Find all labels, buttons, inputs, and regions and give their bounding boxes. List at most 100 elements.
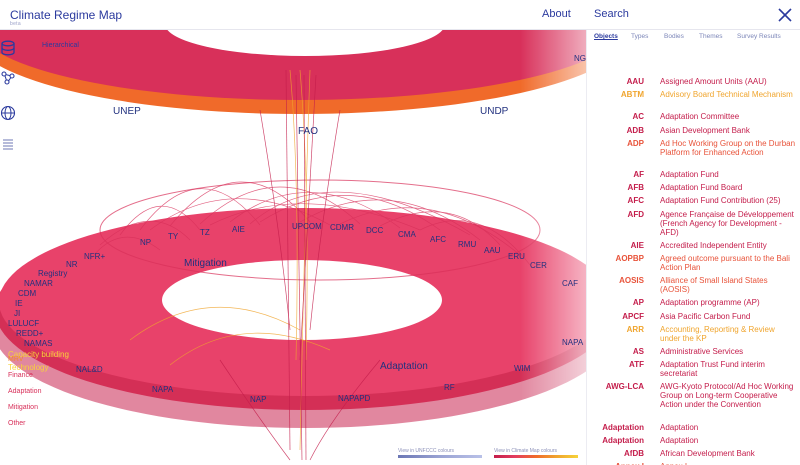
result-name[interactable]: Adaptation Fund Contribution (25) bbox=[660, 196, 796, 205]
result-abbr[interactable]: AIE bbox=[631, 241, 644, 250]
node-label-ty[interactable]: TY bbox=[168, 232, 178, 241]
node-label-ie[interactable]: IE bbox=[15, 299, 23, 308]
result-name[interactable]: Adaptation Trust Fund interim secretaria… bbox=[660, 360, 796, 378]
node-label-cdm[interactable]: CDM bbox=[18, 289, 36, 298]
node-label-mitigation[interactable]: Mitigation bbox=[184, 258, 227, 269]
about-link[interactable]: About bbox=[542, 8, 571, 20]
result-name[interactable]: Agence Française de Développement (Frenc… bbox=[660, 210, 796, 237]
result-abbr[interactable]: AOSIS bbox=[619, 276, 644, 285]
result-name[interactable]: African Development Bank bbox=[660, 449, 796, 458]
close-icon[interactable] bbox=[776, 6, 794, 24]
globe-icon[interactable] bbox=[0, 105, 16, 121]
node-label-fao[interactable]: FAO bbox=[298, 126, 318, 137]
tab-types[interactable]: Types bbox=[631, 33, 648, 40]
node-label-cdmr[interactable]: CDMR bbox=[330, 223, 354, 232]
result-abbr[interactable]: AS bbox=[633, 347, 644, 356]
node-label-ji[interactable]: JI bbox=[14, 309, 20, 318]
node-label-wim[interactable]: WIM bbox=[514, 364, 530, 373]
result-abbr[interactable]: AfDB bbox=[624, 449, 644, 458]
tab-bodies[interactable]: Bodies bbox=[664, 33, 684, 40]
node-label-afc[interactable]: AFC bbox=[430, 235, 446, 244]
result-name[interactable]: Assigned Amount Units (AAU) bbox=[660, 77, 796, 86]
legend-item-finance[interactable]: Finance bbox=[8, 368, 41, 384]
unfccc-colours-link[interactable]: View in UNFCCC colours bbox=[398, 448, 454, 454]
result-name[interactable]: Alliance of Small Island States (AOSIS) bbox=[660, 276, 796, 294]
result-name[interactable]: Accredited Independent Entity bbox=[660, 241, 796, 250]
legend-item-other[interactable]: Other bbox=[8, 416, 41, 432]
legend-item-mitigation[interactable]: Mitigation bbox=[8, 400, 41, 416]
result-abbr[interactable]: AFC bbox=[628, 196, 644, 205]
result-name[interactable]: Advisory Board Technical Mechanism bbox=[660, 90, 796, 99]
result-abbr[interactable]: AF bbox=[633, 170, 644, 179]
result-name[interactable]: Ad Hoc Working Group on the Durban Platf… bbox=[660, 139, 796, 157]
result-abbr[interactable]: ABTM bbox=[621, 90, 644, 99]
result-name[interactable]: Agreed outcome pursuant to the Bali Acti… bbox=[660, 254, 796, 272]
node-label-napapd[interactable]: NAPAPD bbox=[338, 394, 370, 403]
result-abbr[interactable]: APCF bbox=[622, 312, 644, 321]
result-abbr[interactable]: AFB bbox=[628, 183, 644, 192]
node-label-np[interactable]: NP bbox=[140, 238, 151, 247]
result-abbr[interactable]: AP bbox=[633, 298, 644, 307]
node-label-nap[interactable]: NAP bbox=[250, 395, 266, 404]
node-label-eru[interactable]: ERU bbox=[508, 252, 525, 261]
regime-colour-bar bbox=[494, 455, 578, 458]
node-label-napa[interactable]: NAPA bbox=[152, 385, 173, 394]
node-label-adaptation[interactable]: Adaptation bbox=[380, 361, 428, 372]
tab-themes[interactable]: Themes bbox=[699, 33, 722, 40]
node-label-upcom[interactable]: UPCOM bbox=[292, 222, 322, 231]
result-name[interactable]: Accounting, Reporting & Review under the… bbox=[660, 325, 796, 343]
node-label-dcc[interactable]: DCC bbox=[366, 226, 383, 235]
result-abbr[interactable]: Adaptation bbox=[602, 423, 644, 432]
result-name[interactable]: Adaptation Fund Board bbox=[660, 183, 796, 192]
node-label-ng[interactable]: NG bbox=[574, 54, 586, 63]
result-name[interactable]: AWG-Kyoto Protocol/Ad Hoc Working Group … bbox=[660, 382, 796, 409]
result-abbr[interactable]: AWG-LCA bbox=[606, 382, 644, 391]
result-abbr[interactable]: Adaptation bbox=[602, 436, 644, 445]
node-label-caf[interactable]: CAF bbox=[562, 279, 578, 288]
database-icon[interactable] bbox=[0, 40, 16, 56]
regime-colours-link[interactable]: View in Climate Map colours bbox=[494, 448, 557, 454]
node-label-rf[interactable]: RF bbox=[444, 383, 455, 392]
result-abbr[interactable]: ATF bbox=[629, 360, 644, 369]
node-label-tz[interactable]: TZ bbox=[200, 228, 210, 237]
layout-label-hierarchical[interactable]: Hierarchical bbox=[42, 42, 79, 49]
node-label-undp[interactable]: UNDP bbox=[480, 106, 508, 117]
result-abbr[interactable]: ADB bbox=[627, 126, 644, 135]
node-label-lulucf[interactable]: LULUCF bbox=[8, 319, 39, 328]
nodes-icon[interactable] bbox=[0, 70, 16, 86]
node-label-rmu[interactable]: RMU bbox=[458, 240, 476, 249]
result-abbr[interactable]: AAU bbox=[627, 77, 644, 86]
legend-item-mrv[interactable]: MRV bbox=[8, 352, 41, 368]
node-label-aau[interactable]: AAU bbox=[484, 246, 500, 255]
result-abbr[interactable]: AOPBP bbox=[616, 254, 644, 263]
result-name[interactable]: Asia Pacific Carbon Fund bbox=[660, 312, 796, 321]
result-abbr[interactable]: ARR bbox=[627, 325, 644, 334]
result-name[interactable]: Adaptation Fund bbox=[660, 170, 796, 179]
tab-survey-results[interactable]: Survey Results bbox=[737, 33, 781, 40]
legend-item-adaptation[interactable]: Adaptation bbox=[8, 384, 41, 400]
result-name[interactable]: Asian Development Bank bbox=[660, 126, 796, 135]
node-label-namar[interactable]: NAMAR bbox=[24, 279, 53, 288]
node-label-redd[interactable]: REDD+ bbox=[16, 329, 43, 338]
result-name[interactable]: Adaptation bbox=[660, 423, 796, 432]
result-name[interactable]: Adaptation Committee bbox=[660, 112, 796, 121]
node-label-registry[interactable]: Registry bbox=[38, 269, 67, 278]
result-abbr[interactable]: AFD bbox=[628, 210, 644, 219]
result-abbr[interactable]: ADP bbox=[627, 139, 644, 148]
node-label-namas[interactable]: NAMAS bbox=[24, 339, 52, 348]
node-label-nr[interactable]: NR bbox=[66, 260, 78, 269]
node-label-unep[interactable]: UNEP bbox=[113, 106, 141, 117]
node-label-cer[interactable]: CER bbox=[530, 261, 547, 270]
node-label-napa-right[interactable]: NAPA bbox=[562, 338, 583, 347]
climate-regime-visualization[interactable]: UNEP FAO UNDP NG AIE UPCOM CDMR DCC CMA … bbox=[0, 30, 586, 465]
result-name[interactable]: Adaptation programme (AP) bbox=[660, 298, 796, 307]
tab-objects[interactable]: Objects bbox=[594, 33, 618, 40]
result-name[interactable]: Adaptation bbox=[660, 436, 796, 445]
node-label-nfr[interactable]: NFR+ bbox=[84, 252, 105, 261]
result-abbr[interactable]: AC bbox=[632, 112, 644, 121]
list-icon[interactable] bbox=[0, 137, 16, 153]
node-label-nal-d[interactable]: NAL&D bbox=[76, 365, 103, 374]
node-label-cma[interactable]: CMA bbox=[398, 230, 416, 239]
node-label-aie[interactable]: AIE bbox=[232, 225, 245, 234]
result-name[interactable]: Administrative Services bbox=[660, 347, 796, 356]
